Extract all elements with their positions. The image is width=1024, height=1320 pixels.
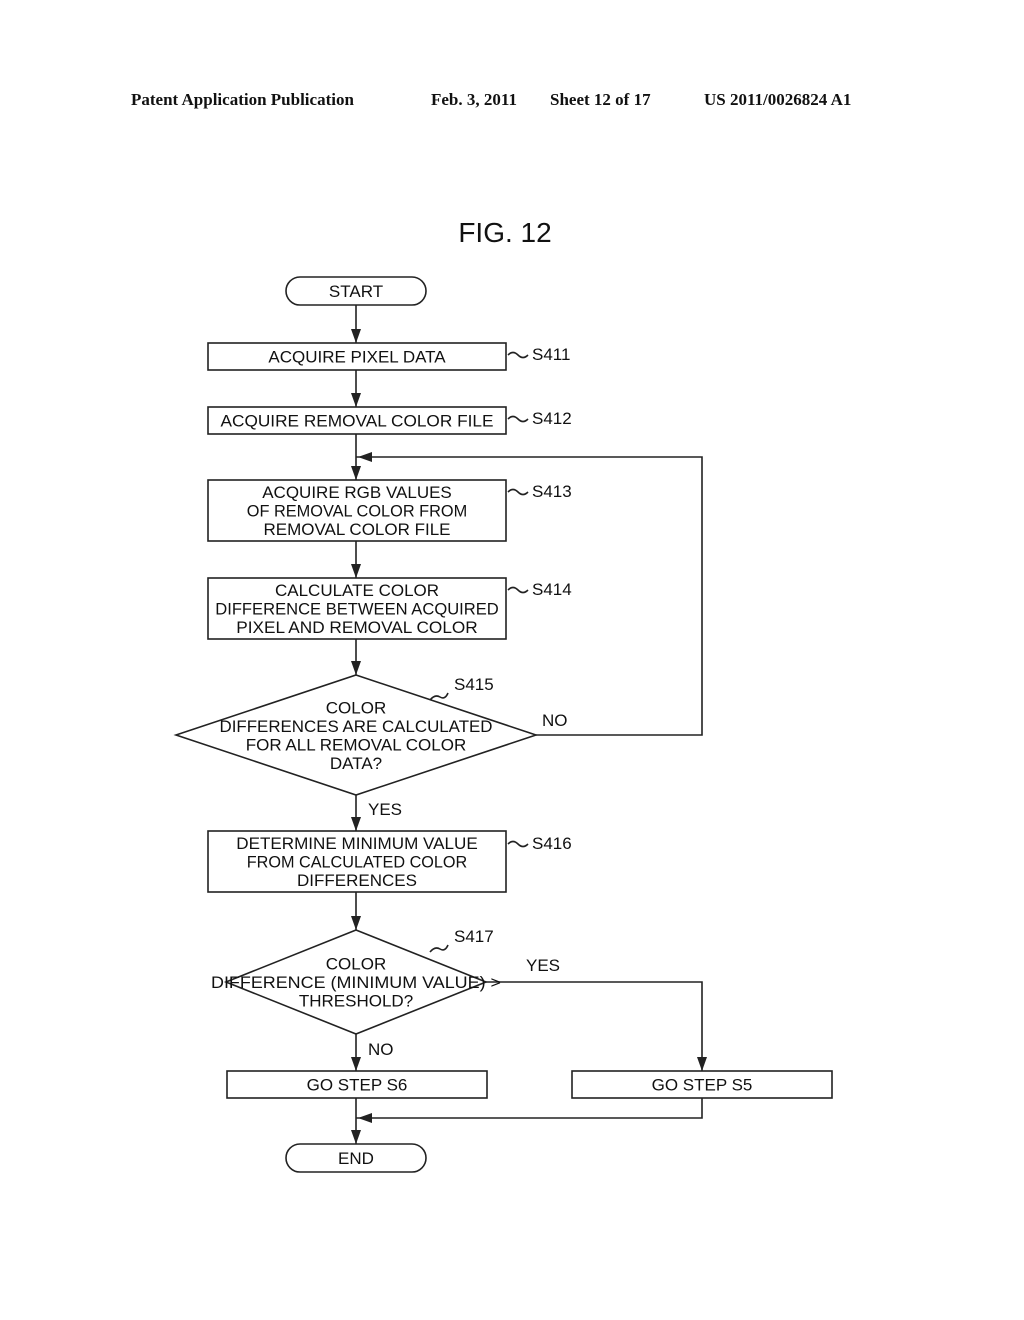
node-text-line: DETERMINE MINIMUM VALUE	[236, 834, 478, 853]
node-text-line: END	[338, 1149, 374, 1168]
node-text-line: DIFFERENCES	[297, 871, 417, 890]
step-number: S412	[532, 409, 572, 428]
node-text-line: PIXEL AND REMOVAL COLOR	[236, 618, 478, 637]
node-s413: ACQUIRE RGB VALUESOF REMOVAL COLOR FROMR…	[207, 479, 572, 542]
step-leader-tilde	[507, 488, 529, 496]
flowchart: START ACQUIRE PIXEL DATA S411 ACQUIRE REMOV…	[173, 276, 833, 1173]
node-text-line: ACQUIRE REMOVAL COLOR FILE	[221, 412, 494, 431]
step-leader-tilde	[507, 351, 529, 359]
node-text-line: GO STEP S6	[307, 1076, 408, 1095]
node-text-line: COLOR	[326, 698, 386, 717]
step-number: S416	[532, 834, 572, 853]
node-text-line: START	[329, 282, 383, 301]
node-text-line: OF REMOVAL COLOR FROM	[247, 502, 468, 521]
node-text-line: THRESHOLD?	[299, 992, 413, 1011]
step-leader-line	[429, 692, 449, 701]
node-text-line: DIFFERENCE (MINIMUM VALUE) >	[211, 973, 501, 992]
no-label-s415: NO	[542, 711, 568, 730]
node-go-s6: GO STEP S6	[226, 1070, 488, 1099]
node-s414: CALCULATE COLORDIFFERENCE BETWEEN ACQUIR…	[207, 577, 572, 640]
arrowhead	[351, 661, 361, 675]
step-number: S417	[454, 927, 494, 946]
arrowhead	[351, 393, 361, 407]
step-leader-tilde	[507, 586, 529, 594]
arrowhead	[351, 564, 361, 578]
node-text-line: DIFFERENCES ARE CALCULATED	[220, 717, 493, 736]
node-s415: COLORDIFFERENCES ARE CALCULATEDFOR ALL R…	[173, 674, 539, 796]
node-text-line: CALCULATE COLOR	[275, 581, 439, 600]
node-text-line: ACQUIRE RGB VALUES	[262, 483, 452, 502]
arrowhead	[697, 1057, 707, 1071]
no-label-s417: NO	[368, 1040, 394, 1059]
arrowhead	[358, 1113, 372, 1123]
arrowhead	[351, 916, 361, 930]
node-text-line: REMOVAL COLOR FILE	[263, 520, 450, 539]
node-text-line: DATA?	[330, 754, 382, 773]
arrowhead	[358, 452, 372, 462]
node-text-line: COLOR	[326, 955, 386, 974]
node-s416: DETERMINE MINIMUM VALUEFROM CALCULATED C…	[207, 830, 572, 893]
arrowhead	[351, 1057, 361, 1071]
arrowhead	[351, 466, 361, 480]
step-leader-tilde	[507, 415, 529, 423]
arrowhead	[351, 1130, 361, 1144]
step-leader-line	[429, 944, 449, 953]
node-text-line: FOR ALL REMOVAL COLOR	[246, 735, 467, 754]
node-end: END	[285, 1143, 427, 1173]
step-number: S414	[532, 580, 572, 599]
node-text-line: DIFFERENCE BETWEEN ACQUIRED	[215, 600, 499, 619]
node-s417: COLORDIFFERENCE (MINIMUM VALUE) >THRESHO…	[211, 927, 501, 1035]
connector-line	[486, 981, 703, 1071]
node-s411: ACQUIRE PIXEL DATA S411	[207, 342, 570, 371]
node-text-line: ACQUIRE PIXEL DATA	[268, 348, 446, 367]
step-number: S411	[532, 345, 570, 364]
step-number: S415	[454, 675, 494, 694]
connector-line	[356, 1098, 703, 1119]
step-leader-tilde	[507, 840, 529, 848]
node-text-line: GO STEP S5	[652, 1076, 753, 1095]
node-start: START	[285, 276, 427, 306]
yes-label-s415: YES	[368, 800, 402, 819]
node-text-line: FROM CALCULATED COLOR	[247, 853, 468, 872]
node-s412: ACQUIRE REMOVAL COLOR FILE S412	[207, 406, 572, 435]
node-go-s5: GO STEP S5	[571, 1070, 833, 1099]
nodes-layer: START ACQUIRE PIXEL DATA S411 ACQUIRE REMOV…	[173, 276, 833, 1173]
step-number: S413	[532, 482, 572, 501]
arrowhead	[351, 329, 361, 343]
arrowhead	[351, 817, 361, 831]
yes-label-s417: YES	[526, 956, 560, 975]
